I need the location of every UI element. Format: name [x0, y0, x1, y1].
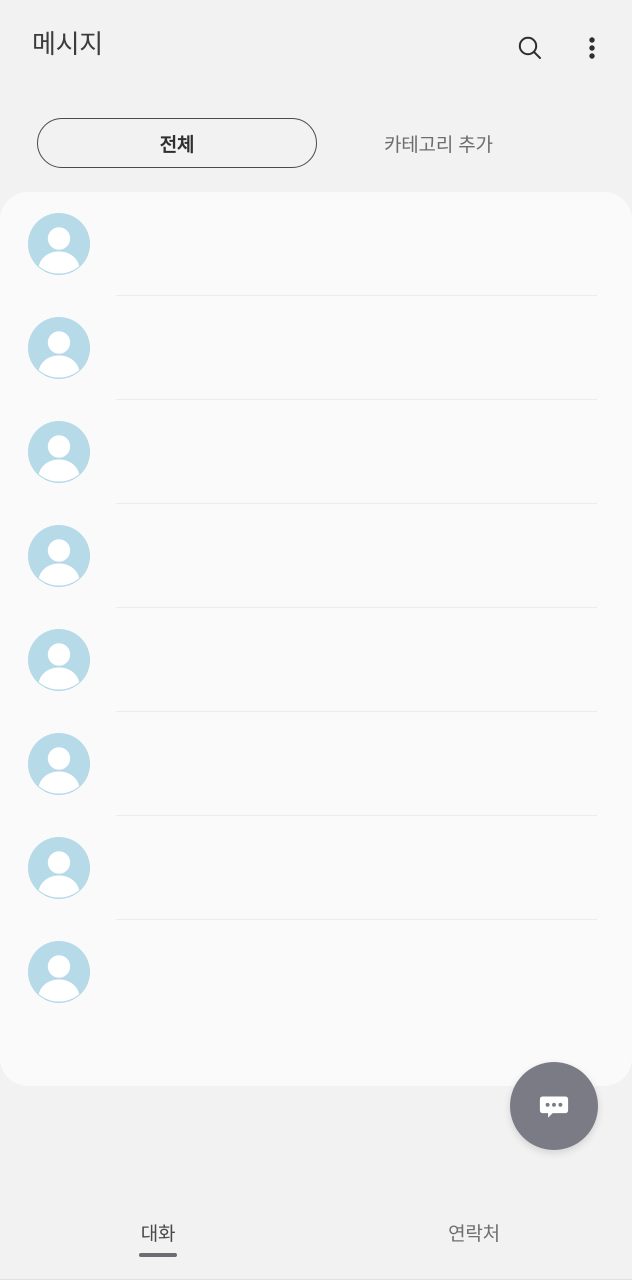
- new-message-bubble-icon: [534, 1086, 574, 1126]
- app-bar-actions: [508, 26, 614, 70]
- more-vertical-icon: [580, 33, 604, 63]
- category-chip-all[interactable]: 전체: [37, 118, 317, 168]
- new-conversation-fab[interactable]: [510, 1062, 598, 1150]
- bottom-navigation: 대화 연락처: [0, 1190, 632, 1280]
- conversation-body: [116, 192, 598, 296]
- search-icon: [515, 33, 545, 63]
- default-contact-avatar-icon: [28, 629, 90, 691]
- conversation-row[interactable]: [0, 608, 632, 712]
- default-contact-avatar-icon: [28, 941, 90, 1003]
- page-title: 메시지: [32, 29, 103, 59]
- category-chip-add[interactable]: 카테고리 추가: [370, 118, 507, 168]
- conversation-body: [116, 920, 598, 1024]
- conversation-body: [116, 608, 598, 712]
- conversation-body: [116, 816, 598, 920]
- category-chip-all-label: 전체: [159, 134, 195, 156]
- category-chip-add-label: 카테고리 추가: [384, 134, 493, 156]
- conversation-body: [116, 504, 598, 608]
- conversation-row[interactable]: [0, 920, 632, 1024]
- bottom-nav-item-1[interactable]: 연락처: [316, 1190, 632, 1280]
- search-button[interactable]: [508, 26, 552, 70]
- default-contact-avatar-icon: [28, 317, 90, 379]
- conversation-row[interactable]: [0, 400, 632, 504]
- bottom-nav-label: 대화: [140, 1224, 176, 1245]
- bottom-nav-item-0[interactable]: 대화: [0, 1190, 316, 1280]
- category-chips-row: 전체 카테고리 추가: [0, 96, 632, 192]
- conversation-body: [116, 296, 598, 400]
- conversation-row[interactable]: [0, 712, 632, 816]
- conversation-body: [116, 712, 598, 816]
- bottom-nav-label: 연락처: [448, 1224, 500, 1245]
- default-contact-avatar-icon: [28, 421, 90, 483]
- conversation-row[interactable]: [0, 816, 632, 920]
- bottom-nav-active-indicator: [139, 1253, 177, 1257]
- default-contact-avatar-icon: [28, 525, 90, 587]
- default-contact-avatar-icon: [28, 733, 90, 795]
- default-contact-avatar-icon: [28, 213, 90, 275]
- conversation-body: [116, 400, 598, 504]
- conversation-list[interactable]: [0, 192, 632, 1086]
- app-bar: 메시지: [0, 0, 632, 96]
- conversation-row[interactable]: [0, 504, 632, 608]
- conversation-row[interactable]: [0, 192, 632, 296]
- more-options-button[interactable]: [570, 26, 614, 70]
- default-contact-avatar-icon: [28, 837, 90, 899]
- conversation-row[interactable]: [0, 296, 632, 400]
